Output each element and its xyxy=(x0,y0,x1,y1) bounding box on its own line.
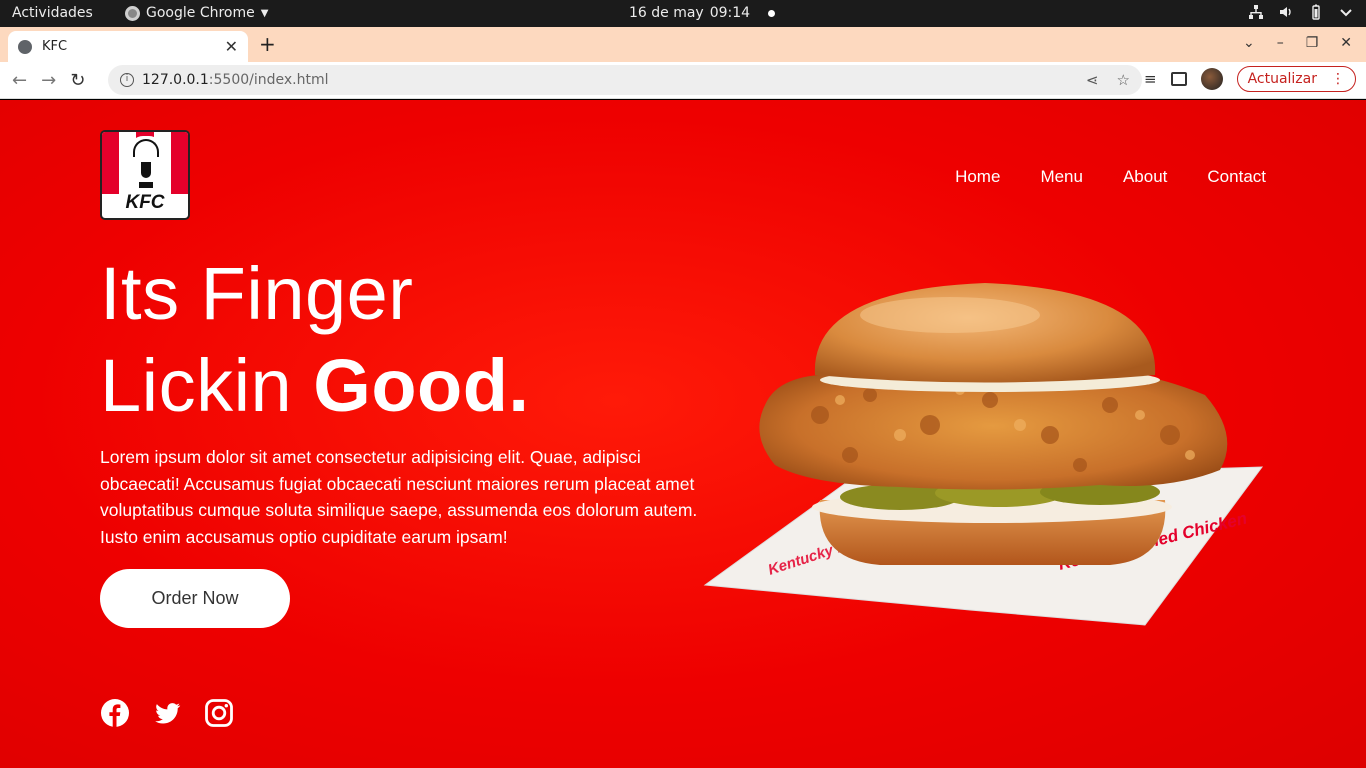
update-button[interactable]: Actualizar ⋮ xyxy=(1236,66,1356,92)
facebook-icon[interactable] xyxy=(100,698,130,728)
share-icon[interactable]: ⋖ xyxy=(1086,71,1099,89)
colonel-face-icon xyxy=(129,136,163,194)
window-controls: ⌄ – ❐ ✕ xyxy=(1243,35,1352,51)
close-icon[interactable]: ✕ xyxy=(225,37,238,56)
app-menu[interactable]: Google Chrome ▼ xyxy=(125,5,268,21)
headline-line1: Its Finger xyxy=(100,252,414,335)
activities-button[interactable]: Actividades xyxy=(12,5,93,21)
nav-buttons: ← → ↻ xyxy=(12,70,85,91)
tab-strip: KFC ✕ + ⌄ – ❐ ✕ xyxy=(0,27,1366,62)
nav-menu[interactable]: Menu xyxy=(1040,167,1083,187)
instagram-icon[interactable] xyxy=(204,698,234,728)
nav-home[interactable]: Home xyxy=(955,167,1000,187)
new-tab-button[interactable]: + xyxy=(259,32,276,56)
nav-contact[interactable]: Contact xyxy=(1207,167,1266,187)
update-label: Actualizar xyxy=(1247,71,1317,87)
url-host: 127.0.0.1 xyxy=(142,72,209,88)
avatar[interactable] xyxy=(1200,68,1223,90)
headline-bold: Good. xyxy=(313,344,530,427)
media-icon[interactable]: ≡ xyxy=(1144,70,1157,88)
chrome-icon xyxy=(125,5,140,21)
hero-paragraph: Lorem ipsum dolor sit amet consectetur a… xyxy=(100,447,698,547)
hero-headline: Its Finger Lickin Good. xyxy=(100,248,530,432)
side-panel-icon[interactable] xyxy=(1170,72,1187,86)
info-icon[interactable]: i xyxy=(120,73,134,87)
twitter-icon[interactable] xyxy=(152,698,182,728)
reload-icon[interactable]: ↻ xyxy=(70,70,85,91)
restore-icon[interactable]: ❐ xyxy=(1306,35,1319,51)
chicken-sandwich-image: Kentucky Fried Chicken Kentucky Fried Ch… xyxy=(703,283,1264,626)
close-window-icon[interactable]: ✕ xyxy=(1340,35,1352,51)
url-path: :5500/index.html xyxy=(208,72,329,88)
toolbar-actions: ≡ Actualizar ⋮ xyxy=(1144,66,1356,92)
tab-kfc[interactable]: KFC ✕ xyxy=(8,31,248,62)
app-name: Google Chrome xyxy=(146,5,255,21)
globe-icon xyxy=(18,39,32,54)
system-top-bar: Actividades Google Chrome ▼ 16 de may 09… xyxy=(0,0,1366,27)
minimize-icon[interactable]: – xyxy=(1277,35,1284,51)
bookmark-star-icon[interactable]: ☆ xyxy=(1117,71,1130,89)
system-tray[interactable] xyxy=(1248,4,1354,20)
tab-title: KFC xyxy=(42,39,68,54)
logo-wordmark: KFC xyxy=(125,192,165,213)
kfc-logo[interactable]: KFC xyxy=(100,130,190,220)
headline-line2: Lickin xyxy=(100,344,293,427)
battery-icon xyxy=(1312,4,1320,20)
chevron-down-icon xyxy=(1340,9,1352,17)
notification-dot-icon xyxy=(768,9,776,17)
volume-icon xyxy=(1280,7,1291,17)
time-label: 09:14 xyxy=(709,5,751,21)
browser-toolbar: ← → ↻ i 127.0.0.1 :5500/index.html ⋖ ☆ ≡… xyxy=(0,62,1366,99)
social-links xyxy=(100,698,234,728)
network-icon xyxy=(1249,5,1263,19)
more-icon: ⋮ xyxy=(1331,71,1345,87)
kfc-landing-page: KFC Home Menu About Contact Its Finger L… xyxy=(0,100,1366,768)
forward-icon[interactable]: → xyxy=(41,70,56,91)
clock[interactable]: 16 de may 09:14 xyxy=(629,5,776,21)
nav-about[interactable]: About xyxy=(1123,167,1167,187)
main-nav: Home Menu About Contact xyxy=(955,167,1266,187)
date-label: 16 de may xyxy=(629,5,704,21)
chevron-down-icon: ▼ xyxy=(260,7,269,19)
tab-search-icon[interactable]: ⌄ xyxy=(1243,35,1255,51)
back-icon[interactable]: ← xyxy=(12,70,27,91)
address-bar[interactable]: i 127.0.0.1 :5500/index.html ⋖ ☆ xyxy=(108,65,1142,95)
order-now-button[interactable]: Order Now xyxy=(100,569,290,628)
